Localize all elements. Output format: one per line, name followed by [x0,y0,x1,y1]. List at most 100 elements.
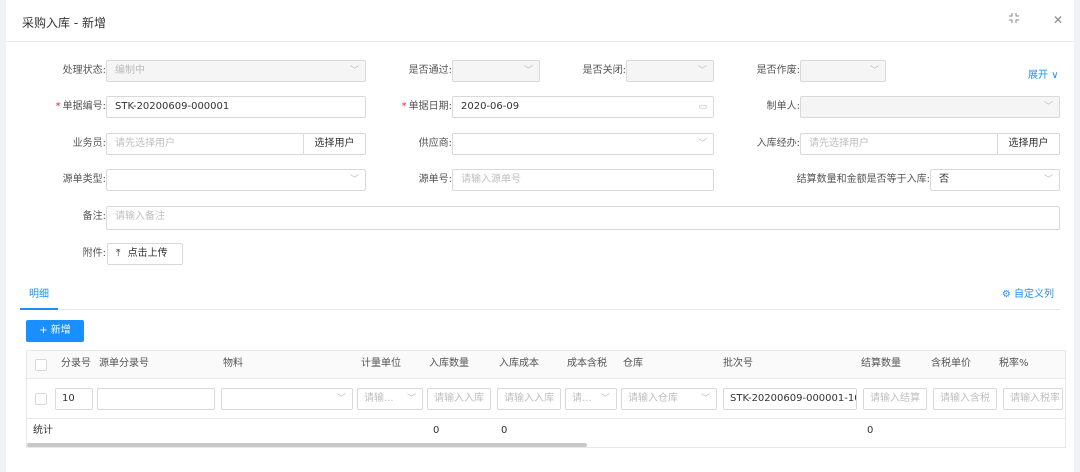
col-batch: 批次号 [723,358,753,369]
unit-select[interactable]: 请输... ﹀ [357,388,423,410]
upload-label: 点击上传 [127,248,168,259]
salesman-label: 业务员: [72,138,106,149]
summary-cost: 0 [501,425,508,436]
table-row: 10 ﹀ 请输... ﹀ 请输入入库 请输入入库 请... ﹀ 请输入仓库 ﹀ STK… [27,379,1065,419]
doc-no-input[interactable]: STK-20200609-000001 [106,96,366,118]
doc-no-label-text: 单据编号: [62,101,106,112]
settle-select[interactable]: 否 ﹀ [930,169,1060,191]
src-no-label: 源单号: [418,174,452,185]
tax-rate-input[interactable]: 请输入税率 [1003,388,1063,410]
expand-toggle[interactable]: 展开 ∨ [1028,66,1059,81]
closed-label: 是否关闭: [582,65,626,76]
src-type-label: 源单类型: [62,174,106,185]
tab-detail[interactable]: 明细 [20,284,58,310]
chevron-down-icon: ∨ [1051,70,1059,81]
remark-placeholder: 请输入备注 [115,211,165,222]
fullscreen-icon[interactable] [1006,12,1022,28]
voided-label: 是否作废: [756,65,800,76]
add-row-label: 新增 [50,325,71,336]
table-header: 分录号 源单分录号 物料 计量单位 入库数量 入库成本 成本含税 仓库 批次号 … [27,351,1065,379]
status-label: 处理状态: [62,65,106,76]
doc-no-label: * 单据编号: [36,96,106,118]
cost-tax-select[interactable]: 请... ﹀ [565,388,617,410]
col-src-entry-no: 源单分录号 [99,358,149,369]
cost-tax-placeholder: 请... [572,393,592,404]
settle-label: 结算数量和金额是否等于入库: [796,174,930,185]
gear-icon: ⚙ [1001,289,1011,300]
unit-placeholder: 请输... [364,393,394,404]
horizontal-scrollbar[interactable] [27,443,587,447]
detail-table: 分录号 源单分录号 物料 计量单位 入库数量 入库成本 成本含税 仓库 批次号 … [26,350,1066,448]
entry-no-input[interactable]: 10 [55,388,93,410]
chevron-down-icon: ﹀ [406,394,416,404]
salesman-input[interactable]: 请先选择用户 [106,133,304,155]
tax-price-placeholder: 请输入含税 [940,393,990,404]
voided-select[interactable]: ﹀ [800,60,886,82]
material-select[interactable]: ﹀ [221,388,353,410]
supplier-label: 供应商: [418,138,452,149]
chevron-down-icon: ﹀ [869,66,879,76]
src-entry-no-input[interactable] [97,388,215,410]
chevron-down-icon: ﹀ [349,66,359,76]
handler-input[interactable]: 请先选择用户 [800,133,998,155]
chevron-down-icon: ﹀ [1043,102,1053,112]
chevron-down-icon: ﹀ [349,175,359,185]
col-warehouse: 仓库 [623,358,643,369]
chevron-down-icon: ﹀ [336,394,346,404]
custom-columns-button[interactable]: ⚙ 自定义列 [1002,284,1054,306]
salesman-placeholder: 请先选择用户 [115,138,175,149]
chevron-down-icon: ﹀ [700,394,710,404]
settle-qty-placeholder: 请输入结算 [870,393,920,404]
modal-title: 采购入库 - 新增 [22,16,106,30]
chevron-down-icon: ﹀ [523,66,533,76]
select-handler-button[interactable]: 选择用户 [997,133,1060,155]
chevron-down-icon: ﹀ [697,139,707,149]
plus-icon: + [39,325,48,336]
col-cost-tax: 成本含税 [567,358,607,369]
summary-settle-qty: 0 [867,425,874,436]
col-cost: 入库成本 [499,358,539,369]
cost-input[interactable]: 请输入入库 [497,388,561,410]
chevron-down-icon: ﹀ [600,394,610,404]
add-row-button[interactable]: + 新增 [26,320,84,342]
handler-placeholder: 请先选择用户 [809,138,869,149]
qty-input[interactable]: 请输入入库 [427,388,491,410]
doc-date-value: 2020-06-09 [461,101,520,112]
close-icon[interactable]: ✕ [1050,12,1066,28]
col-qty: 入库数量 [429,358,469,369]
select-user-button[interactable]: 选择用户 [303,133,366,155]
src-type-select[interactable]: ﹀ [106,169,366,191]
remark-textarea[interactable]: 请输入备注 [106,206,1060,230]
table-summary-row: 统计 0 0 0 [27,419,1065,443]
required-mark: * [401,101,407,112]
col-tax-rate: 税率% [999,358,1029,369]
row-checkbox[interactable] [35,393,47,405]
closed-select[interactable]: ﹀ [626,60,714,82]
col-settle-qty: 结算数量 [861,358,901,369]
attach-label: 附件: [82,248,106,259]
expand-label: 展开 [1028,70,1048,81]
passed-select[interactable]: ﹀ [452,60,540,82]
doc-date-label: * 单据日期: [382,96,452,118]
tax-rate-placeholder: 请输入税率 [1010,393,1060,404]
settle-qty-input[interactable]: 请输入结算 [863,388,927,410]
batch-input[interactable]: STK-20200609-000001-10 [723,388,857,410]
summary-qty: 0 [433,425,440,436]
summary-label: 统计 [33,425,53,436]
warehouse-placeholder: 请输入仓库 [628,393,678,404]
passed-label: 是否通过: [408,65,452,76]
status-select[interactable]: 编制中 ﹀ [106,60,366,82]
cost-placeholder: 请输入入库 [504,393,554,404]
tax-price-input[interactable]: 请输入含税 [933,388,997,410]
doc-date-picker[interactable]: 2020-06-09 ▭ [452,96,714,118]
supplier-select[interactable]: ﹀ [452,133,714,155]
src-no-input[interactable]: 请输入源单号 [452,169,714,191]
purchase-inbound-modal: 采购入库 - 新增 ✕ 处理状态: 编制中 ﹀ 是否通过: ﹀ 是否关闭: ﹀ … [6,0,1074,472]
warehouse-select[interactable]: 请输入仓库 ﹀ [621,388,717,410]
upload-button[interactable]: ⤒ 点击上传 [107,243,183,265]
select-all-checkbox[interactable] [35,359,47,371]
settle-value: 否 [939,174,949,185]
creator-select[interactable]: ﹀ [800,96,1060,118]
col-entry-no: 分录号 [61,358,91,369]
col-material: 物料 [223,358,243,369]
